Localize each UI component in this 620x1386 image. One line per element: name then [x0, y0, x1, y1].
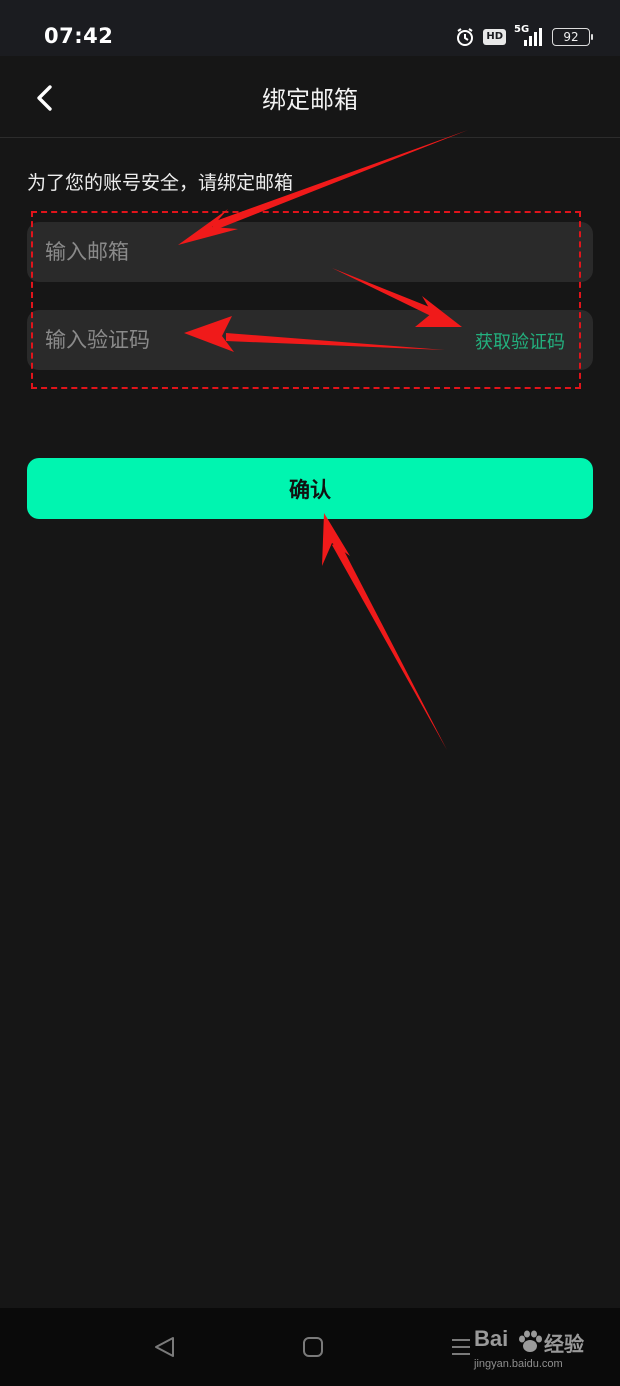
battery-icon: 92 [552, 28, 593, 46]
email-field-container [27, 222, 593, 282]
nav-recent-icon[interactable] [450, 1336, 472, 1358]
page-title: 绑定邮箱 [262, 86, 358, 114]
alarm-icon [457, 28, 474, 46]
watermark-url: jingyan.baidu.com [474, 1358, 563, 1370]
status-icons: HD 5G 92 [455, 24, 593, 48]
watermark-brand: Bai [474, 1326, 509, 1351]
battery-level: 92 [563, 30, 579, 44]
get-code-button[interactable]: 获取验证码 [475, 328, 565, 354]
signal-indicator: 5G [514, 24, 544, 48]
annotation-arrows [178, 130, 468, 750]
verification-code-field[interactable] [27, 310, 447, 370]
email-field[interactable] [27, 222, 593, 282]
nav-back-icon[interactable] [152, 1335, 176, 1359]
signal-icon [524, 28, 542, 46]
navigation-bar: Bai 经验 jingyan.baidu.com [0, 1308, 620, 1386]
status-time: 07:42 [44, 24, 114, 48]
confirm-button[interactable]: 确认 [27, 458, 593, 519]
hint-text: 为了您的账号安全，请绑定邮箱 [27, 172, 294, 194]
arrow-to-confirm [322, 513, 447, 750]
nav-home-icon[interactable] [302, 1336, 324, 1358]
header: 绑定邮箱 [0, 56, 620, 138]
code-field-container: 获取验证码 [27, 310, 593, 370]
status-bar: 07:42 HD 5G 92 [0, 0, 620, 56]
watermark-suffix: 经验 [544, 1332, 584, 1356]
baidu-watermark: Bai 经验 jingyan.baidu.com [474, 1326, 604, 1376]
hd-badge: HD [483, 29, 506, 45]
paw-icon [519, 1330, 542, 1352]
